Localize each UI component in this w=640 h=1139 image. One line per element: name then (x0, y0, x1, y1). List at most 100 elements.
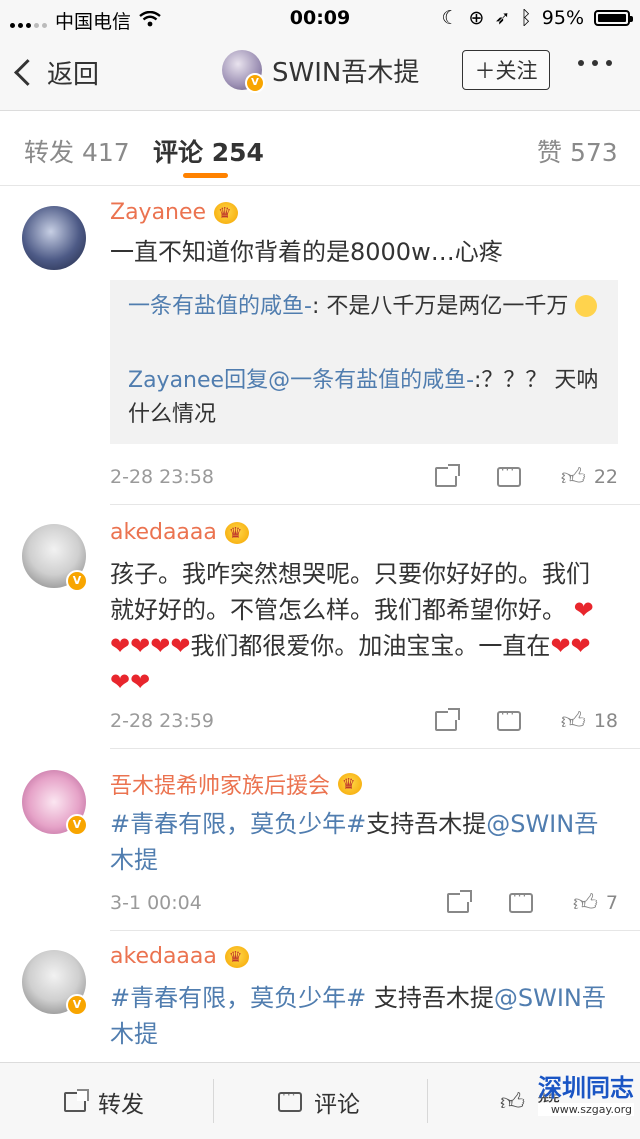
follow-button[interactable]: ＋关注 (462, 50, 550, 90)
status-right: ☾ ⊕ ➶ ᛒ 95% (441, 7, 633, 29)
comment-text-part: 我们都很爱你。加油宝宝。一直在 (190, 632, 551, 660)
comment-username[interactable]: akedaaaa (110, 520, 249, 545)
comment-text-part: 孩子。我咋突然想哭呢。只要你好好的。我们就好好的。不管怎么样。我们都希望你好。 (110, 560, 590, 624)
comment-text-part: 支持吾木提 (366, 984, 494, 1012)
like-button[interactable]: 👍︎ 7 (572, 889, 618, 917)
divider (427, 1079, 428, 1123)
comment-time: 3-1 00:04 (110, 892, 202, 914)
reply-box[interactable]: 一条有盐值的咸鱼-: 不是八千万是两亿一千万 Zayanee回复@一条有盐值的咸… (110, 280, 618, 444)
thumbs-up-icon: 👍︎ (560, 463, 586, 491)
verified-badge-icon: V (66, 570, 88, 592)
emoji-icon (575, 295, 598, 317)
like-button[interactable]: 👍︎ 18 (560, 707, 618, 735)
comment-icon (496, 463, 521, 487)
comment-text: #青春有限，莫负少年# 支持吾木提@SWIN吾木提 (110, 980, 610, 1052)
reply-button[interactable] (508, 889, 533, 913)
tab-likes[interactable]: 赞 573 (537, 133, 618, 169)
comment-text-part: 支持吾木提 (366, 810, 487, 838)
avatar[interactable]: V (222, 50, 265, 93)
comment-actions: 👍︎ 18 (395, 707, 618, 735)
chevron-left-icon (14, 59, 41, 86)
active-tab-indicator (183, 173, 228, 178)
comment-item: Zayanee 一直不知道你背着的是8000w…心疼 一条有盐值的咸鱼-: 不是… (0, 186, 640, 506)
reply-text: : 不是八千万是两亿一千万 (311, 294, 569, 319)
watermark: 深圳同志 www.szgay.org (538, 1068, 634, 1116)
comment-label: 评论 (314, 1092, 360, 1118)
location-icon: ➶ (494, 7, 511, 29)
battery-icon (594, 10, 633, 26)
share-icon (446, 890, 472, 913)
reply-username[interactable]: Zayanee回复@一条有盐值的咸鱼- (128, 368, 474, 393)
comment-actions: 👍︎ 7 (407, 889, 618, 917)
comment-time: 2-28 23:59 (110, 710, 214, 732)
username-label: akedaaaa (110, 944, 217, 969)
verified-badge-icon: V (245, 73, 265, 93)
repost-button[interactable] (434, 464, 460, 487)
watermark-url: www.szgay.org (538, 1103, 634, 1116)
reply-button[interactable] (496, 463, 521, 487)
comment-item: V akedaaaa 孩子。我咋突然想哭呢。只要你好好的。我们就好好的。不管怎么… (0, 506, 640, 750)
nav-title[interactable]: V SWIN吾木提 (222, 50, 420, 93)
member-crown-icon (224, 945, 249, 968)
comment-icon (278, 1088, 302, 1112)
member-crown-icon (224, 521, 249, 544)
orientation-lock-icon: ⊕ (468, 7, 485, 29)
share-icon (434, 464, 460, 487)
comment-item: V akedaaaa #青春有限，莫负少年# 支持吾木提@SWIN吾木提 (0, 932, 640, 1062)
share-icon (64, 1089, 89, 1112)
bluetooth-icon: ᛒ (520, 7, 532, 29)
comment-item: V 吾木提希帅家族后援会 #青春有限，莫负少年#支持吾木提@SWIN吾木提 3-… (0, 750, 640, 932)
reply-button[interactable] (496, 707, 521, 731)
comment-username[interactable]: Zayanee (110, 200, 239, 225)
more-options-icon[interactable] (578, 60, 612, 66)
repost-button[interactable] (434, 708, 460, 731)
member-crown-icon (214, 201, 239, 224)
comment-text: 一直不知道你背着的是8000w…心疼 (110, 238, 503, 266)
tab-repost[interactable]: 转发 417 (24, 133, 130, 169)
repost-button[interactable] (446, 890, 472, 913)
like-button[interactable]: 👍︎ 22 (560, 463, 618, 491)
tab-comments[interactable]: 评论 254 (153, 133, 264, 169)
moon-icon: ☾ (441, 7, 459, 29)
divider (110, 504, 640, 505)
username-label: 吾木提希帅家族后援会 (110, 774, 331, 799)
username-label: Zayanee (110, 200, 207, 225)
battery-percent: 95% (541, 7, 584, 29)
username-label: akedaaaa (110, 520, 217, 545)
comment-username[interactable]: 吾木提希帅家族后援会 (110, 768, 363, 800)
thumbs-up-icon: 👍︎ (500, 1088, 526, 1116)
repost-button[interactable]: 转发 (64, 1085, 144, 1119)
avatar[interactable] (22, 206, 86, 270)
status-bar: 中国电信 00:09 ☾ ⊕ ➶ ᛒ 95% (0, 0, 640, 36)
comment-actions: 👍︎ 22 (395, 463, 618, 491)
back-label: 返回 (47, 60, 100, 90)
like-count: 22 (593, 466, 618, 488)
comment-time: 2-28 23:58 (110, 466, 214, 488)
divider (110, 930, 640, 931)
member-crown-icon (338, 773, 363, 795)
comment-icon (508, 889, 533, 913)
reply-username[interactable]: 一条有盐值的咸鱼- (128, 294, 312, 319)
topic-link[interactable]: #青春有限，莫负少年# (110, 984, 366, 1012)
watermark-name: 深圳同志 (538, 1074, 634, 1102)
nav-bar: 返回 V SWIN吾木提 ＋关注 (0, 36, 640, 111)
divider (110, 748, 640, 749)
comment-icon (496, 707, 521, 731)
topic-link[interactable]: #青春有限，莫负少年# (110, 810, 366, 838)
comment-username[interactable]: akedaaaa (110, 944, 249, 969)
comment-text: 孩子。我咋突然想哭呢。只要你好好的。我们就好好的。不管怎么样。我们都希望你好。 … (110, 556, 610, 700)
back-button[interactable]: 返回 (14, 54, 100, 91)
comment-text: #青春有限，莫负少年#支持吾木提@SWIN吾木提 (110, 806, 610, 878)
verified-badge-icon: V (66, 814, 88, 836)
thumbs-up-icon: 👍︎ (560, 707, 586, 735)
share-icon (434, 708, 460, 731)
divider (213, 1079, 214, 1123)
like-count: 18 (593, 710, 618, 732)
like-count: 7 (605, 892, 618, 914)
repost-label: 转发 (98, 1092, 144, 1118)
page-title: SWIN吾木提 (272, 57, 420, 88)
tab-bar: 转发 417 评论 254 赞 573 (0, 111, 640, 186)
thumbs-up-icon: 👍︎ (572, 889, 598, 917)
verified-badge-icon: V (66, 994, 88, 1016)
comment-button[interactable]: 评论 (278, 1085, 360, 1119)
